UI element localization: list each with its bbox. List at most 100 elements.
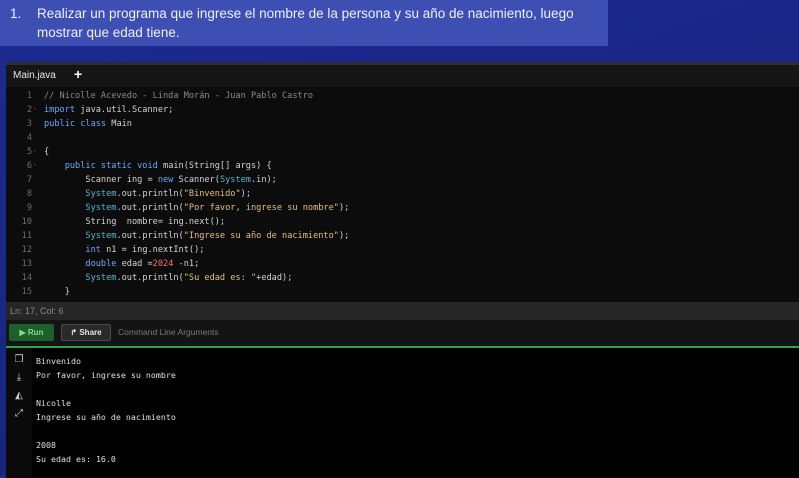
code-text: int n1 = ing.nextInt();	[44, 245, 204, 255]
code-text: import java.util.Scanner;	[44, 105, 173, 115]
line-number: 8	[26, 189, 32, 199]
code-token: );	[240, 189, 251, 199]
line-number: 14	[21, 273, 32, 283]
code-line: 11 System.out.println("Ingrese su año de…	[6, 231, 799, 245]
fold-toggle[interactable]: -	[33, 105, 37, 113]
code-text: public static void main(String[] args) {	[44, 161, 272, 171]
line-number: 5	[26, 147, 32, 157]
play-icon: ▶	[19, 328, 28, 337]
code-token: .out.println(	[116, 273, 184, 283]
copy-icon[interactable]: ❐	[13, 354, 25, 366]
code-token: edad =	[116, 259, 153, 269]
task-statement: 1. Realizar un programa que ingrese el n…	[0, 0, 608, 46]
console-line: 2008	[36, 440, 56, 450]
code-text: String nombre= ing.next();	[44, 217, 226, 227]
task-number: 1.	[10, 6, 22, 21]
code-line: 1 // Nicolle Acevedo - Linda Morán - Jua…	[6, 91, 799, 105]
code-string: "Por favor, ingrese su nombre"	[183, 203, 339, 213]
code-line: 15 }	[6, 287, 799, 301]
code-text: {	[44, 147, 50, 157]
code-line: 3 public class Main	[6, 119, 799, 133]
tab-main-java[interactable]: Main.java	[13, 70, 56, 81]
task-text: Realizar un programa que ingrese el nomb…	[37, 6, 574, 40]
code-token: Main	[106, 119, 132, 129]
code-line: 12 int n1 = ing.nextInt();	[6, 245, 799, 259]
code-token: java.util.Scanner;	[75, 105, 174, 115]
fold-toggle[interactable]: -	[33, 161, 37, 169]
line-number: 9	[26, 203, 32, 213]
eraser-icon[interactable]: ◭	[13, 390, 25, 402]
code-line: 9 System.out.println("Por favor, ingrese…	[6, 203, 799, 217]
line-number: 6	[26, 161, 32, 171]
code-text: Scanner ing = new Scanner(System.in);	[44, 175, 277, 185]
code-class: System	[85, 189, 117, 199]
code-token: .out.println(	[116, 231, 184, 241]
code-token: main(String[] args) {	[157, 161, 272, 171]
line-number: 11	[21, 231, 32, 241]
console-line: Por favor, ingrese su nombre	[36, 370, 176, 380]
online-ide: Main.java + 1 // Nicolle Acevedo - Linda…	[6, 62, 799, 478]
code-text: System.out.println("Ingrese su año de na…	[44, 231, 349, 241]
command-line-arguments-input[interactable]: Command Line Arguments	[118, 324, 588, 341]
code-keyword: int	[85, 245, 101, 255]
line-number: 4	[26, 133, 32, 143]
code-text: System.out.println("Binvenido");	[44, 189, 251, 199]
console-line: Su edad es: 16.0	[36, 454, 116, 464]
file-tabs: Main.java +	[6, 65, 799, 87]
code-token: );	[338, 203, 350, 213]
code-keyword: import	[44, 105, 76, 115]
code-token: );	[338, 231, 350, 241]
code-text: // Nicolle Acevedo - Linda Morán - Juan …	[44, 91, 314, 101]
share-button[interactable]: ↱ Share	[61, 324, 111, 341]
console-line: Ingrese su año de nacimiento	[36, 412, 176, 422]
code-keyword: new	[157, 175, 174, 185]
code-token: n1 = ing.nextInt();	[100, 245, 205, 255]
add-file-button[interactable]: +	[74, 66, 82, 82]
download-icon[interactable]: ⤓	[13, 372, 25, 384]
code-text: System.out.println("Su edad es: "+edad);	[44, 273, 292, 283]
code-token: +edad);	[256, 273, 293, 283]
code-keyword: public static void	[64, 161, 158, 171]
line-number: 1	[26, 91, 32, 101]
line-number: 3	[26, 119, 32, 129]
line-number: 12	[21, 245, 32, 255]
code-line: 2 - import java.util.Scanner;	[6, 105, 799, 119]
code-editor[interactable]: 1 // Nicolle Acevedo - Linda Morán - Jua…	[6, 87, 799, 302]
line-number: 2	[26, 105, 32, 115]
code-line: 6 - public static void main(String[] arg…	[6, 161, 799, 175]
code-token: .out.println(	[116, 203, 184, 213]
code-class: System	[85, 203, 117, 213]
code-class: System	[219, 175, 251, 185]
code-token: Scanner ing =	[44, 175, 158, 185]
share-label: Share	[79, 328, 102, 337]
code-line: 14 System.out.println("Su edad es: "+eda…	[6, 273, 799, 287]
run-toolbar: ▶ Run ↱ Share Command Line Arguments	[6, 320, 799, 348]
code-text: }	[44, 287, 70, 297]
code-keyword: double	[85, 259, 117, 269]
code-text: public class Main	[44, 119, 132, 129]
line-number: 7	[26, 175, 32, 185]
cursor-status: Ln: 17, Col: 6	[6, 302, 799, 320]
code-token: .in);	[250, 175, 277, 185]
code-text: double edad =2024 -n1;	[44, 259, 199, 269]
code-line: 13 double edad =2024 -n1;	[6, 259, 799, 273]
code-line: 4	[6, 133, 799, 147]
line-number: 15	[21, 287, 32, 297]
line-number: 13	[21, 259, 32, 269]
run-button[interactable]: ▶ Run	[9, 324, 54, 341]
code-string: "Su edad es: "	[183, 273, 257, 283]
fold-toggle[interactable]: -	[33, 147, 37, 155]
expand-icon[interactable]: ⤢	[13, 408, 25, 420]
console-line: Binvenido	[36, 356, 81, 366]
code-token: Scanner(	[173, 175, 220, 185]
code-string: "Binvenido"	[183, 189, 241, 199]
share-icon: ↱	[70, 328, 80, 337]
console-output[interactable]: ❐ ⤓ ◭ ⤢ Binvenido Por favor, ingrese su …	[6, 348, 799, 478]
console-line: Nicolle	[36, 398, 71, 408]
